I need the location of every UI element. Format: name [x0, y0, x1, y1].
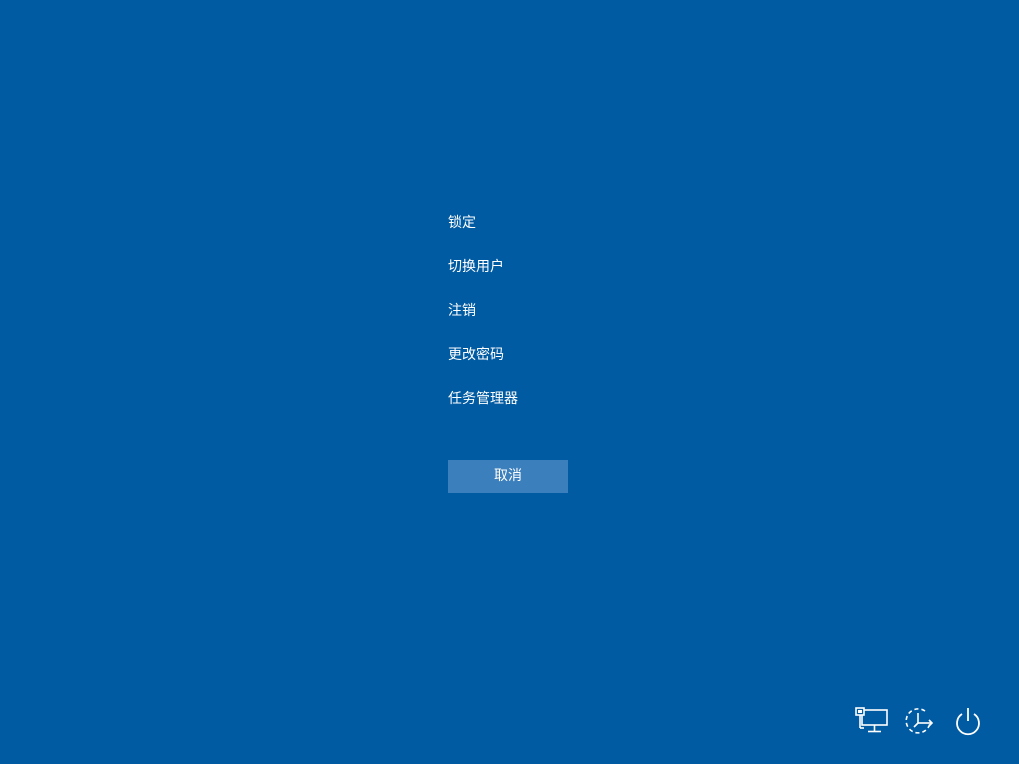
accessibility-icon[interactable] [903, 704, 937, 738]
system-tray [855, 704, 985, 738]
lock-option[interactable]: 锁定 [448, 212, 518, 234]
sign-out-option[interactable]: 注销 [448, 300, 518, 322]
change-password-option[interactable]: 更改密码 [448, 344, 518, 366]
cancel-button[interactable]: 取消 [448, 460, 568, 493]
security-options-screen: 锁定 切换用户 注销 更改密码 任务管理器 取消 [0, 0, 1019, 764]
network-icon[interactable] [855, 704, 889, 738]
power-icon[interactable] [951, 704, 985, 738]
switch-user-option[interactable]: 切换用户 [448, 256, 518, 278]
security-options-menu: 锁定 切换用户 注销 更改密码 任务管理器 [448, 212, 518, 432]
task-manager-option[interactable]: 任务管理器 [448, 388, 518, 410]
